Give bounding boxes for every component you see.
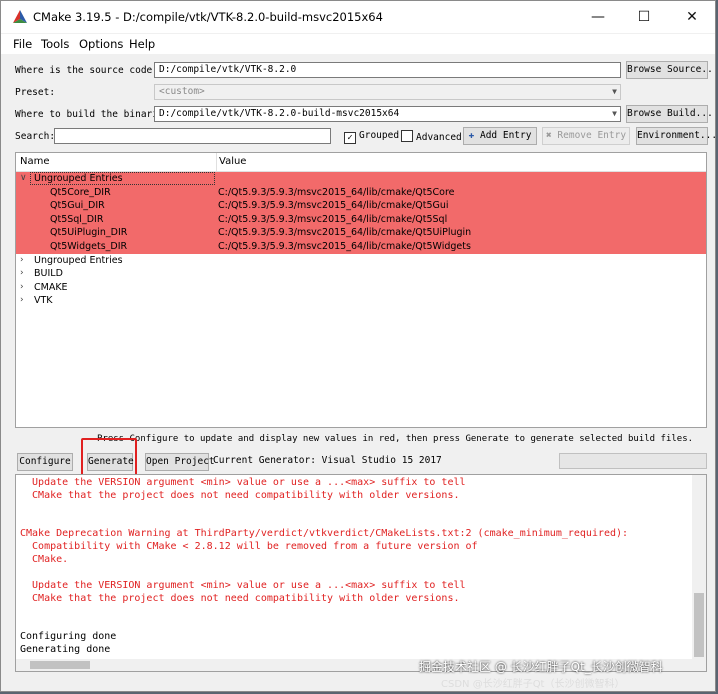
search-input[interactable] — [54, 128, 331, 144]
entry-value: C:/Qt5.9.3/5.9.3/msvc2015_64/lib/cmake/Q… — [218, 241, 471, 252]
output-line: Generating done — [20, 644, 111, 656]
chevron-right-icon[interactable]: › — [20, 267, 24, 281]
menu-help[interactable]: Help — [129, 37, 155, 51]
tree-group-row[interactable]: › CMAKE — [16, 281, 706, 295]
preset-value: <custom> — [159, 86, 205, 97]
output-line: Configuring done — [20, 631, 117, 643]
entry-value: C:/Qt5.9.3/5.9.3/msvc2015_64/lib/cmake/Q… — [218, 200, 449, 212]
chevron-down-icon[interactable]: ∨ — [20, 172, 27, 186]
column-divider — [216, 153, 217, 171]
entry-name: Qt5UiPlugin_DIR — [50, 227, 128, 239]
chevron-down-icon: ▼ — [612, 87, 617, 96]
menu-options[interactable]: Options — [79, 37, 123, 51]
browse-source-button[interactable]: Browse Source... — [626, 61, 715, 79]
menu-tools[interactable]: Tools — [41, 37, 69, 51]
tree-entry-row[interactable]: Qt5Sql_DIR C:/Qt5.9.3/5.9.3/msvc2015_64/l… — [16, 212, 706, 227]
menu-bar: File Tools Options Help — [1, 34, 715, 54]
entry-value: C:/Qt5.9.3/5.9.3/msvc2015_64/lib/cmake/Q… — [218, 213, 448, 225]
progress-bar — [559, 453, 707, 469]
watermark-text: 掘金技术社区 @ 长沙红胖子Qt_长沙创微智科 — [419, 660, 663, 674]
entry-value: C:/Qt5.9.3/5.9.3/msvc2015_64/lib/cmake/Q… — [218, 186, 455, 198]
search-label: Search: — [15, 131, 56, 142]
watermark-subtext: CSDN @长沙红胖子Qt（长沙创微智科） — [441, 679, 625, 690]
build-path-combo[interactable]: D:/compile/vtk/VTK-8.2.0-build-msvc2015x… — [154, 106, 621, 122]
annotation-highlight-box — [81, 438, 137, 478]
entry-name: Ungrouped Entries — [34, 254, 123, 266]
maximize-icon[interactable]: ☐ — [621, 1, 667, 33]
entry-name: VTK — [34, 295, 53, 307]
add-entry-button[interactable]: ✚ Add Entry — [463, 127, 537, 145]
column-name-header[interactable]: Name — [20, 156, 50, 167]
build-label: Where to build the binaries: — [15, 109, 176, 120]
source-path-field[interactable]: D:/compile/vtk/VTK-8.2.0 — [154, 62, 621, 78]
tree-entry-row[interactable]: Qt5Gui_DIR C:/Qt5.9.3/5.9.3/msvc2015_64/l… — [16, 199, 706, 213]
output-line: CMake that the project does not need com… — [20, 592, 460, 604]
tree-group-row[interactable]: › VTK — [16, 294, 706, 308]
cache-tree[interactable]: Name Value ∨ Ungrouped Entries Qt5Core_DIR… — [15, 152, 707, 428]
chevron-right-icon[interactable]: › — [20, 281, 24, 295]
preset-label: Preset: — [15, 87, 56, 98]
add-entry-label: Add Entry — [479, 130, 532, 141]
chevron-down-icon[interactable]: ▼ — [612, 107, 617, 121]
tree-entry-row[interactable]: Qt5Widgets_DIR C:/Qt5.9.3/5.9.3/msvc2015_… — [16, 240, 706, 254]
scrollbar-thumb[interactable] — [30, 661, 90, 669]
output-line: Compatibility with CMake < 2.8.12 will b… — [20, 541, 478, 553]
menu-file[interactable]: File — [13, 37, 32, 51]
plus-icon: ✚ — [468, 130, 475, 141]
checkbox-box — [401, 130, 413, 142]
tree-group-row[interactable]: › Ungrouped Entries — [16, 254, 706, 268]
minimize-icon[interactable]: — — [575, 1, 621, 33]
entry-name: Qt5Sql_DIR — [50, 213, 104, 225]
build-path-value: D:/compile/vtk/VTK-8.2.0-build-msvc2015x… — [159, 108, 400, 119]
entry-value: C:/Qt5.9.3/5.9.3/msvc2015_64/lib/cmake/Q… — [218, 227, 472, 239]
preset-select: <custom> ▼ — [154, 84, 621, 100]
output-line: CMake Deprecation Warning at ThirdParty/… — [20, 528, 629, 540]
remove-entry-label: Remove Entry — [557, 130, 627, 141]
entry-name: Qt5Gui_DIR — [50, 200, 105, 212]
cmake-logo-icon — [13, 10, 27, 23]
checkmark-icon: ✓ — [344, 132, 356, 144]
environment-button[interactable]: Environment... — [636, 127, 715, 145]
tree-entry-row[interactable]: Qt5UiPlugin_DIR C:/Qt5.9.3/5.9.3/msvc2015… — [16, 226, 706, 240]
chevron-right-icon[interactable]: › — [20, 294, 24, 308]
open-project-button[interactable]: Open Project — [145, 453, 215, 471]
entry-name: Ungrouped Entries — [34, 173, 123, 184]
tree-header: Name Value — [16, 153, 706, 172]
output-line: Update the VERSION argument <min> value … — [20, 579, 466, 591]
tree-entry-row[interactable]: Qt5Core_DIR C:/Qt5.9.3/5.9.3/msvc2015_64/… — [16, 185, 706, 200]
output-line: Update the VERSION argument <min> value … — [20, 477, 466, 488]
close-icon[interactable]: ✕ — [669, 1, 715, 33]
grouped-checkbox[interactable]: ✓ Grouped — [344, 130, 399, 144]
remove-icon: ✖ — [545, 130, 552, 141]
title-bar[interactable]: CMake 3.19.5 - D:/compile/vtk/VTK-8.2.0-… — [1, 1, 715, 33]
chevron-right-icon[interactable]: › — [20, 254, 24, 268]
output-line: CMake. — [20, 554, 69, 566]
instruction-note: Press Configure to update and display ne… — [97, 434, 694, 444]
cmake-window: CMake 3.19.5 - D:/compile/vtk/VTK-8.2.0-… — [0, 0, 716, 692]
scrollbar-thumb[interactable] — [694, 593, 704, 657]
grouped-label: Grouped — [359, 130, 400, 141]
tree-group-row[interactable]: › BUILD — [16, 267, 706, 281]
output-line: CMake that the project does not need com… — [20, 489, 460, 501]
entry-name: CMAKE — [34, 281, 68, 293]
vertical-scrollbar[interactable] — [692, 475, 706, 671]
entry-name: BUILD — [34, 268, 63, 280]
advanced-label: Advanced — [416, 132, 462, 143]
configure-button[interactable]: Configure — [17, 453, 73, 471]
entry-name: Qt5Widgets_DIR — [50, 241, 128, 252]
remove-entry-button[interactable]: ✖ Remove Entry — [542, 127, 630, 145]
tree-group-row[interactable]: ∨ Ungrouped Entries — [16, 172, 706, 186]
column-value-header[interactable]: Value — [219, 156, 246, 167]
window-title: CMake 3.19.5 - D:/compile/vtk/VTK-8.2.0-… — [33, 10, 383, 24]
source-label: Where is the source code: — [15, 65, 158, 76]
advanced-checkbox[interactable]: Advanced — [401, 130, 462, 143]
browse-build-button[interactable]: Browse Build... — [626, 105, 713, 123]
entry-name: Qt5Core_DIR — [50, 186, 111, 198]
output-log[interactable]: Update the VERSION argument <min> value … — [15, 474, 707, 672]
current-generator-label: Current Generator: Visual Studio 15 2017 — [213, 455, 442, 466]
